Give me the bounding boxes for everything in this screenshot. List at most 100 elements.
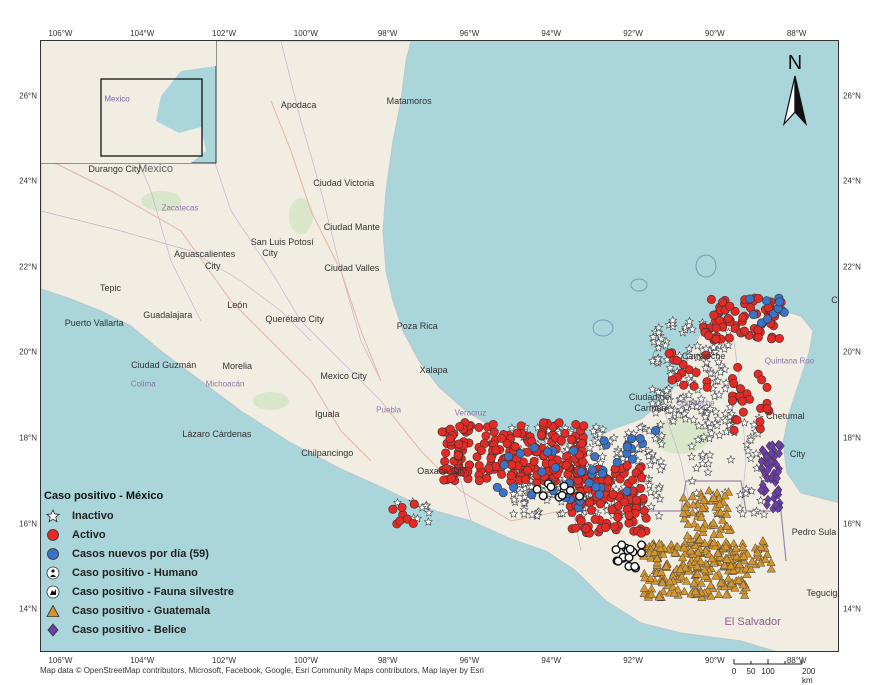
lat-tick-label: 16°N	[843, 519, 861, 529]
new-case-marker	[745, 294, 755, 304]
active-marker	[738, 313, 748, 323]
place-label: Aguascalientes	[174, 248, 236, 259]
place-label: Puebla	[376, 405, 402, 415]
place-label: Ciudad del	[628, 392, 672, 403]
active-marker	[632, 495, 642, 505]
place-label: Poza Rica	[396, 320, 438, 331]
place-label: Veracruz	[454, 408, 487, 417]
active-marker	[639, 506, 649, 516]
lat-tick-label: 26°N	[19, 91, 37, 101]
lat-tick-label: 18°N	[19, 433, 37, 443]
active-marker	[454, 439, 464, 449]
active-marker	[608, 489, 618, 499]
active-marker	[774, 333, 784, 343]
lon-tick-label: 90°W	[705, 656, 725, 665]
lon-tick-label: 100°W	[293, 656, 318, 665]
legend-item-guatemala: Caso positivo - Guatemala	[44, 601, 284, 620]
place-label: Pedro Sula	[791, 527, 837, 538]
legend-item-fauna: Caso positivo - Fauna silvestre	[44, 582, 284, 601]
active-marker	[636, 483, 646, 493]
active-marker	[679, 380, 689, 390]
active-marker	[753, 293, 763, 303]
active-marker	[388, 504, 398, 514]
active-marker	[536, 430, 546, 440]
active-marker	[664, 348, 674, 358]
new-case-marker	[774, 297, 784, 307]
active-marker	[725, 301, 735, 311]
legend-title: Caso positivo - México	[44, 490, 164, 502]
place-label: Guadalajara	[143, 309, 193, 320]
active-marker	[762, 382, 772, 392]
new-case-marker	[622, 486, 632, 496]
active-marker	[691, 367, 701, 377]
active-marker	[636, 528, 646, 538]
new-case-marker	[515, 448, 525, 458]
active-marker	[441, 448, 451, 458]
active-marker	[607, 505, 617, 515]
place-label: City	[789, 449, 806, 460]
active-marker	[529, 456, 539, 466]
legend-label: Casos nuevos por día (59)	[72, 547, 209, 560]
place-label: Querétaro City	[265, 314, 324, 325]
scale-label: 0	[731, 667, 737, 676]
new-case-marker	[749, 310, 759, 320]
legend-label: Inactivo	[72, 509, 114, 522]
new-case-marker	[529, 443, 539, 453]
legend-item-casos-nuevos: Casos nuevos por día (59)	[44, 544, 284, 563]
active-marker	[729, 425, 739, 435]
active-marker	[757, 375, 767, 385]
active-marker	[567, 435, 577, 445]
vegetation	[253, 392, 289, 410]
active-marker	[753, 332, 763, 342]
lat-tick-label: 22°N	[19, 262, 37, 272]
new-case-marker	[551, 463, 561, 473]
place-label: Chetumal	[766, 411, 805, 422]
active-marker	[704, 331, 714, 341]
scale-label: 50	[746, 667, 756, 676]
active-marker	[561, 460, 571, 470]
active-marker	[481, 431, 491, 441]
new-case-marker	[762, 314, 772, 324]
new-case-marker	[504, 452, 514, 462]
lat-tick-label: 26°N	[843, 91, 861, 101]
human-marker	[613, 556, 623, 566]
active-marker	[453, 450, 463, 460]
place-label: Ciudad Mante	[323, 222, 380, 233]
lon-tick-label: 94°W	[541, 29, 562, 38]
lon-tick-label: 98°W	[377, 29, 398, 38]
lon-tick-label: 106°W	[48, 29, 73, 38]
new-case-marker	[612, 457, 622, 467]
lat-tick-label: 20°N	[19, 347, 37, 357]
place-label: Mexico City	[320, 371, 367, 382]
new-case-marker	[499, 460, 509, 470]
active-marker	[619, 497, 629, 507]
lon-tick-label: 88°W	[786, 29, 807, 38]
active-marker	[738, 407, 748, 417]
lon-tick-label: 102°W	[211, 656, 237, 665]
new-case-marker	[622, 442, 632, 452]
place-label: Iguala	[315, 409, 340, 420]
human-marker	[624, 553, 634, 563]
active-marker	[579, 421, 589, 431]
lon-tick-label: 96°W	[459, 656, 480, 665]
map-attribution: Map data © OpenStreetMap contributors, M…	[40, 666, 484, 675]
active-marker	[595, 499, 605, 509]
legend: Caso positivo - México Inactivo Activo C…	[44, 490, 284, 639]
inset-label: Mexico	[104, 94, 130, 104]
active-marker	[496, 433, 506, 443]
active-marker	[455, 422, 465, 432]
human-marker	[575, 491, 585, 501]
human-marker	[630, 561, 640, 571]
place-label: City	[262, 247, 278, 258]
lat-tick-label: 22°N	[843, 262, 861, 272]
active-marker	[395, 516, 405, 526]
scale-label: 100	[761, 667, 775, 676]
place-label: Ciudad Valles	[324, 262, 380, 273]
human-marker	[532, 484, 542, 494]
lon-tick-label: 96°W	[459, 29, 480, 38]
active-marker	[637, 473, 647, 483]
human-marker	[617, 540, 627, 550]
purple-diamond-icon	[44, 622, 62, 637]
north-arrow-icon	[782, 75, 808, 127]
orange-triangle-icon	[44, 604, 62, 618]
